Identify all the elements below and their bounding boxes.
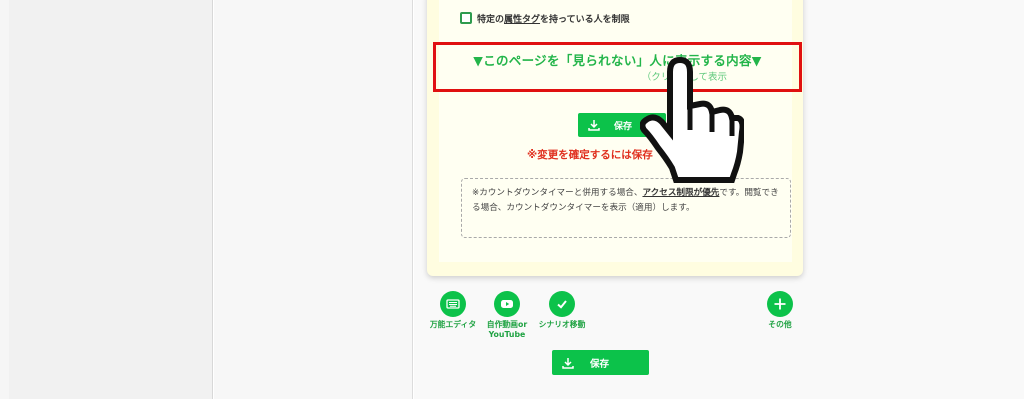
tool-other[interactable]: その他 bbox=[764, 291, 796, 330]
middle-panel bbox=[214, 0, 413, 399]
tool-video[interactable]: 自作動画or YouTube bbox=[483, 291, 531, 340]
restrict-tag-checkbox[interactable] bbox=[460, 12, 472, 24]
tool-scenario-label: シナリオ移動 bbox=[538, 320, 586, 329]
hand-pointer-icon bbox=[640, 56, 744, 183]
download-icon bbox=[588, 120, 600, 131]
youtube-icon bbox=[494, 291, 520, 317]
note-box: ※カウントダウンタイマーと併用する場合、アクセス制限が優先です。閲覧できる場合、… bbox=[461, 178, 791, 238]
restrict-tag-label: 特定の属性タグを持っている人を制限 bbox=[477, 14, 630, 25]
attribute-tag-link[interactable]: 属性タグ bbox=[504, 15, 540, 25]
highlight-frame bbox=[433, 42, 802, 92]
save-button[interactable]: 保存 bbox=[552, 350, 649, 375]
access-priority-link: アクセス制限が優先 bbox=[642, 188, 720, 198]
download-icon bbox=[562, 357, 574, 369]
tool-scenario-move[interactable]: シナリオ移動 bbox=[534, 291, 590, 330]
tool-editor-label: 万能エディタ bbox=[429, 320, 477, 329]
tool-video-label: 自作動画or YouTube bbox=[486, 320, 528, 339]
card-save-label: 保存 bbox=[614, 121, 633, 132]
save-label: 保存 bbox=[590, 358, 610, 370]
plus-icon bbox=[767, 291, 793, 317]
check-icon bbox=[549, 291, 575, 317]
confirm-message: ※変更を確定するには保存 bbox=[527, 149, 653, 161]
tool-editor[interactable]: 万能エディタ bbox=[430, 291, 476, 330]
restrict-tag-option[interactable]: 特定の属性タグを持っている人を制限 bbox=[460, 11, 630, 25]
left-sidebar bbox=[9, 0, 213, 399]
tool-other-label: その他 bbox=[768, 320, 792, 329]
left-edge bbox=[0, 0, 9, 399]
keyboard-icon bbox=[440, 291, 466, 317]
